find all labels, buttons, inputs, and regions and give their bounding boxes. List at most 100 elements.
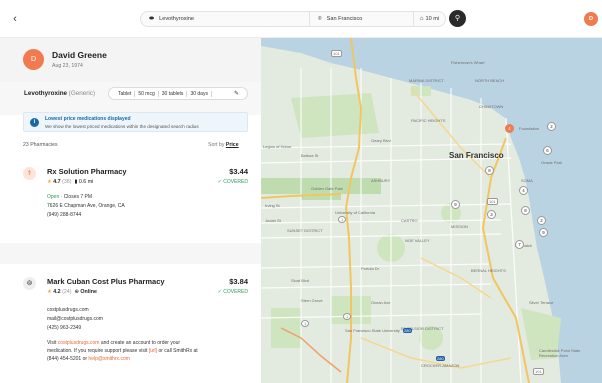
map-label: Golden Gate Park: [311, 186, 344, 191]
map-pin[interactable]: 9: [539, 228, 548, 237]
distance-value: 0.6 mi: [78, 179, 94, 185]
drug-days: 30 days: [187, 90, 212, 97]
map-city-label: San Francisco: [449, 151, 504, 160]
pharmacy-name[interactable]: Rx Solution Pharmacy: [47, 167, 127, 176]
pharmacy-card[interactable]: ⊚ Mark Cuban Cost Plus Pharmacy $3.84 ✓ …: [0, 264, 261, 383]
map-label: CASTRO: [401, 218, 418, 223]
map-label: Judah St: [265, 218, 281, 223]
open-status: Open: [47, 194, 60, 200]
map-label: Portola Dr: [361, 266, 380, 271]
map-label: Ocean Ave: [371, 300, 391, 305]
coverage-badge: ✓ COVERED: [218, 179, 248, 185]
info-title: Lowest price medications displayed: [45, 116, 131, 122]
info-banner: i Lowest price medications displayed We …: [23, 112, 248, 132]
review-count: (24): [62, 289, 72, 295]
closing-time: Closes 7 PM: [63, 194, 93, 200]
map-label: San Francisco State University: [345, 328, 400, 333]
pharmacy-email[interactable]: mail@costplusdrugs.com: [47, 316, 103, 322]
coverage-text: COVERED: [223, 289, 248, 295]
map-pin[interactable]: 3: [487, 210, 496, 219]
sort-control[interactable]: Sort by Price: [208, 142, 239, 148]
pharmacy-phone: (949) 288-8744: [47, 212, 82, 218]
map-pin[interactable]: 8: [521, 206, 530, 215]
pharmacy-website[interactable]: costplusdrugs.com: [47, 307, 89, 313]
search-icon: ⚲: [454, 15, 461, 22]
map-pin[interactable]: 6: [543, 146, 552, 155]
pharmacy-note-line-2: medication. If you require support pleas…: [47, 348, 198, 354]
route-badge: 101: [331, 50, 342, 57]
star-icon: ★: [47, 179, 52, 185]
map-label: PACIFIC HEIGHTS: [411, 118, 446, 123]
map-label: SUNSET DISTRICT: [287, 228, 323, 233]
map-label: Oracle Park: [541, 160, 563, 165]
radius-select[interactable]: ⌂ 10 mi: [414, 11, 446, 27]
map-label: CROCKER-AMAZON: [421, 363, 460, 368]
radius-value: 10 mi: [425, 16, 440, 22]
back-button[interactable]: ‹: [8, 12, 22, 26]
patient-header: D David Greene Aug 23, 1974: [0, 38, 261, 82]
coverage-badge: ✓ COVERED: [218, 289, 248, 295]
map-label: Legion of Honor: [263, 144, 292, 149]
map-label: MARINA DISTRICT: [409, 78, 444, 83]
pharmacy-icon: ⊚: [23, 277, 36, 290]
coverage-text: COVERED: [223, 179, 248, 185]
pharmacy-hours: Open · Closes 7 PM: [47, 194, 93, 200]
map-pin[interactable]: 2: [537, 216, 546, 225]
route-badge: 280: [403, 328, 412, 333]
pencil-icon[interactable]: ✎: [234, 90, 239, 97]
location-pin-icon: ⌾: [318, 15, 322, 22]
map-canvas: [261, 38, 602, 383]
note-text: (844) 454-5201 or: [47, 356, 89, 362]
pharmacy-name[interactable]: Mark Cuban Cost Plus Pharmacy: [47, 277, 165, 286]
star-icon: ★: [47, 289, 52, 295]
map-view[interactable]: Fisherman's Wharf MARINA DISTRICT NORTH …: [261, 38, 602, 383]
sort-label: Sort by: [208, 142, 225, 148]
drug-config-pill[interactable]: Tablet 50 mcg 30 tablets 30 days ✎: [108, 87, 248, 100]
map-pin[interactable]: 4: [519, 186, 528, 195]
map-label: BERNAL HEIGHTS: [471, 268, 506, 273]
pharmacy-price: $3.44: [229, 167, 248, 176]
pharmacy-note-line-1: Visit costplusdrugs.com and create an ac…: [47, 340, 180, 346]
map-label: Irving St: [265, 203, 280, 208]
map-label: Silver Terrace: [529, 300, 554, 305]
medication-value: Levothyroxine: [159, 16, 194, 22]
map-pin[interactable]: 9: [451, 200, 460, 209]
note-link[interactable]: costplusdrugs.com: [58, 340, 100, 346]
drug-dose: 50 mcg: [135, 90, 159, 97]
map-pin[interactable]: 4: [505, 124, 514, 133]
location-search-field[interactable]: ⌾ San Francisco: [310, 11, 414, 27]
note-link[interactable]: [url]: [149, 348, 157, 354]
sort-value[interactable]: Price: [226, 142, 239, 148]
note-text: Visit: [47, 340, 58, 346]
note-link[interactable]: help@smithrx.com: [88, 356, 129, 362]
map-pin[interactable]: 7: [515, 240, 524, 249]
user-avatar[interactable]: D: [584, 12, 598, 26]
map-label: Balboa St: [301, 153, 319, 158]
note-text: or call SmithRx at: [157, 348, 198, 354]
drug-form: Tablet: [115, 90, 136, 97]
pharmacy-rating: ★ 4.7 (38) ▮ 0.6 mi: [47, 179, 93, 185]
pharmacy-address: 7626 E Chapman Ave, Orange, CA: [47, 203, 125, 209]
note-text: and create an account to order your: [99, 340, 181, 346]
map-label: Stern Grove: [301, 298, 323, 303]
rating-value: 4.7: [53, 179, 61, 185]
map-pin[interactable]: 8: [485, 166, 494, 175]
drug-title: Levothyroxine: [24, 90, 68, 97]
map-pin[interactable]: 2: [547, 122, 556, 131]
medication-search-field[interactable]: ⬬ Levothyroxine: [140, 11, 310, 27]
results-panel: D David Greene Aug 23, 1974 Levothyroxin…: [0, 38, 261, 383]
results-count: 23 Pharmacies: [23, 142, 58, 148]
map-label: SOMA: [521, 178, 533, 183]
drug-generic: (Generic): [68, 90, 96, 97]
top-bar: ‹ ⬬ Levothyroxine ⌾ San Francisco ⌂ 10 m…: [0, 0, 602, 38]
map-label: MISSION: [451, 224, 468, 229]
map-label: Foundation: [519, 126, 540, 131]
pharmacy-rating: ★ 4.2 (24) ⊕ Online: [47, 289, 97, 295]
distance-icon: ▮: [74, 179, 78, 185]
review-count: (38): [62, 179, 72, 185]
globe-icon: ⊕: [74, 289, 79, 295]
patient-name: David Greene: [52, 50, 107, 60]
patient-avatar: D: [23, 49, 44, 70]
search-button[interactable]: ⚲: [449, 10, 466, 27]
route-badge: 101: [487, 198, 498, 205]
